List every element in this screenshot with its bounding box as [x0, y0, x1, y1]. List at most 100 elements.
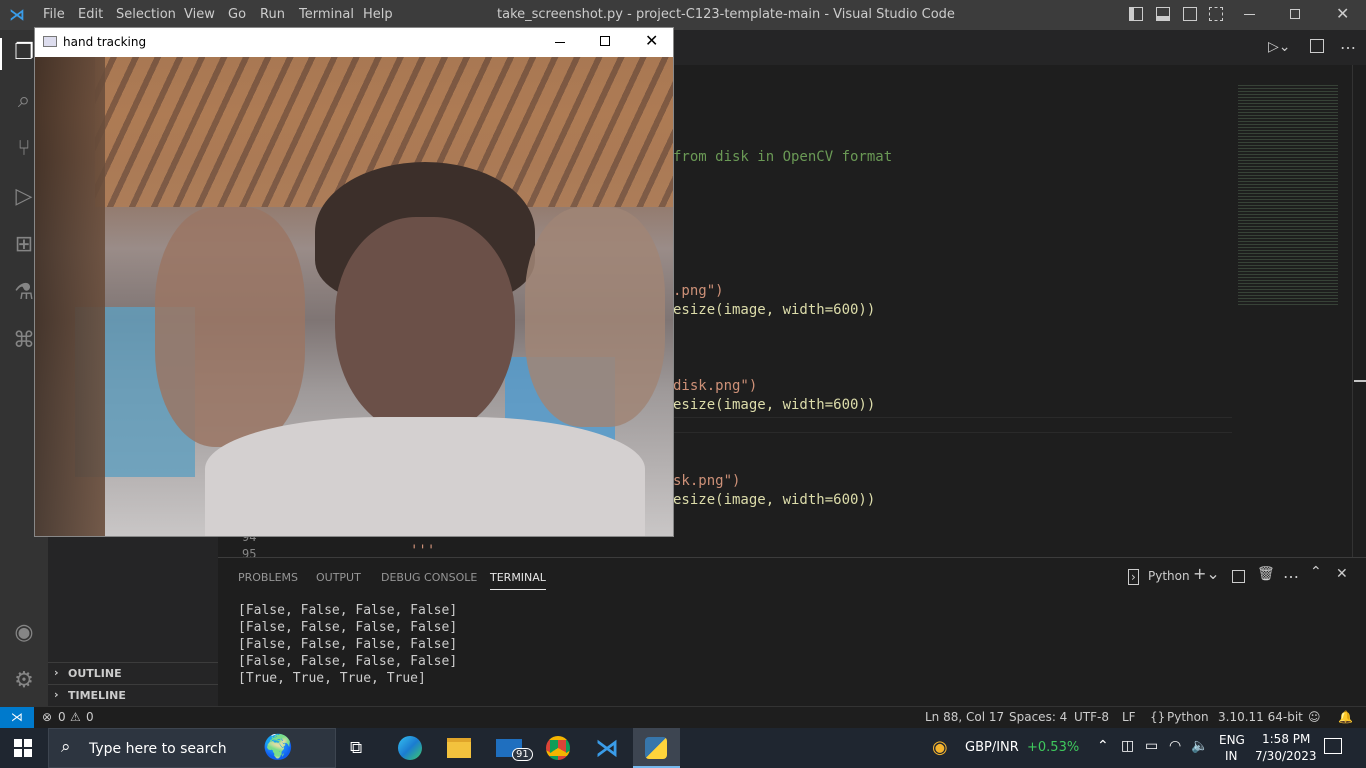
- menu-file[interactable]: File: [43, 7, 65, 22]
- scrollbar[interactable]: [1352, 65, 1366, 557]
- warning-count[interactable]: 0: [86, 710, 94, 724]
- minimize-icon[interactable]: [1244, 14, 1255, 15]
- terminal-line: [False, False, False, False]: [238, 620, 458, 635]
- more-actions-icon[interactable]: …: [1283, 563, 1299, 582]
- feedback-icon[interactable]: ☺: [1308, 710, 1321, 724]
- customize-layout-icon[interactable]: [1209, 7, 1223, 21]
- meet-now-icon[interactable]: ◫: [1121, 738, 1134, 754]
- end-of-line[interactable]: LF: [1122, 710, 1136, 724]
- chrome-icon[interactable]: [546, 736, 570, 760]
- error-icon[interactable]: ⊗: [42, 710, 52, 724]
- current-line-highlight: [658, 417, 1232, 433]
- tab-problems[interactable]: PROBLEMS: [238, 571, 298, 584]
- close-panel-icon[interactable]: ✕: [1336, 566, 1348, 582]
- status-bar: ⋊ ⊗ 0 ⚠ 0 Ln 88, Col 17 Spaces: 4 UTF-8 …: [0, 706, 1366, 729]
- show-hidden-icons[interactable]: ⌃: [1097, 738, 1109, 754]
- tab-terminal[interactable]: TERMINAL: [490, 571, 546, 590]
- language-top[interactable]: ENG: [1219, 733, 1245, 747]
- trash-icon[interactable]: 🗑: [1257, 566, 1275, 582]
- code-line: esize(image, width=600)): [673, 397, 876, 413]
- more-actions-icon[interactable]: …: [1340, 34, 1356, 53]
- ticker-change[interactable]: +0.53%: [1027, 740, 1079, 755]
- code-line: esize(image, width=600)): [673, 492, 876, 508]
- hand-tracking-window[interactable]: hand tracking ✕: [34, 27, 674, 537]
- outline-section[interactable]: › OUTLINE: [48, 662, 218, 684]
- menu-run[interactable]: Run: [260, 7, 285, 22]
- clock-time[interactable]: 1:58 PM: [1262, 732, 1310, 746]
- window-titlebar[interactable]: hand tracking ✕: [35, 28, 673, 57]
- windows-start-icon[interactable]: [14, 739, 32, 757]
- taskbar-search-box[interactable]: ⌕ Type here to search 🌍: [48, 728, 336, 768]
- vscode-titlebar: ⋊ File Edit Selection View Go Run Termin…: [0, 0, 1366, 30]
- maximize-panel-icon[interactable]: ⌃: [1310, 564, 1322, 580]
- volume-icon[interactable]: 🔈: [1191, 738, 1208, 754]
- panel: PROBLEMS OUTPUT DEBUG CONSOLE TERMINAL ›…: [218, 557, 1366, 706]
- menu-terminal[interactable]: Terminal: [299, 7, 354, 22]
- search-highlight-icon[interactable]: 🌍: [263, 733, 293, 761]
- toggle-sidebar-icon[interactable]: [1129, 7, 1143, 21]
- python-interpreter[interactable]: 3.10.11 64-bit: [1218, 710, 1303, 724]
- cursor-position[interactable]: Ln 88, Col 17: [925, 710, 1004, 724]
- split-editor-icon[interactable]: [1310, 39, 1324, 53]
- bell-icon[interactable]: 🔔: [1338, 710, 1353, 724]
- encoding[interactable]: UTF-8: [1074, 710, 1109, 724]
- edge-icon[interactable]: [398, 736, 422, 760]
- menu-go[interactable]: Go: [228, 7, 246, 22]
- clock-date[interactable]: 7/30/2023: [1255, 749, 1317, 763]
- search-icon: ⌕: [61, 737, 71, 757]
- code-line: disk.png"): [673, 378, 758, 394]
- person-right-hand: [525, 207, 665, 427]
- menu-help[interactable]: Help: [363, 7, 393, 22]
- file-explorer-icon[interactable]: [447, 738, 471, 758]
- coins-icon: ◉: [932, 737, 948, 758]
- menu-edit[interactable]: Edit: [78, 7, 103, 22]
- terminal-icon: ›: [1128, 569, 1139, 585]
- menu-view[interactable]: View: [184, 7, 215, 22]
- language-bottom[interactable]: IN: [1225, 749, 1238, 763]
- doorframe: [35, 57, 105, 536]
- warning-icon[interactable]: ⚠: [70, 710, 81, 724]
- wifi-icon[interactable]: ◠: [1169, 738, 1181, 754]
- taskbar: ⌕ Type here to search 🌍 ⧉ 91 ⋊ ◉ GBP/INR…: [0, 728, 1366, 768]
- tab-debug-console[interactable]: DEBUG CONSOLE: [381, 571, 477, 584]
- minimize-icon[interactable]: [555, 42, 565, 43]
- timeline-label: TIMELINE: [68, 689, 126, 702]
- ticker-label[interactable]: GBP/INR: [965, 740, 1019, 755]
- window-app-icon: [43, 36, 57, 47]
- toggle-panel-icon[interactable]: [1156, 7, 1170, 21]
- remote-indicator[interactable]: ⋊: [0, 707, 34, 729]
- minimap[interactable]: [1238, 85, 1338, 305]
- python-icon: [645, 737, 667, 759]
- run-python-file-icon[interactable]: ▷⌄: [1268, 39, 1291, 55]
- new-terminal-icon[interactable]: +⌄: [1193, 564, 1220, 583]
- scrollbar-marker: [1354, 380, 1366, 382]
- task-view-icon[interactable]: ⧉: [350, 738, 362, 758]
- search-placeholder: Type here to search: [89, 741, 227, 757]
- battery-icon[interactable]: ▭: [1145, 738, 1158, 754]
- webcam-frame: [35, 57, 673, 536]
- mail-badge: 91: [512, 748, 533, 761]
- accounts-icon[interactable]: ◉: [10, 620, 38, 648]
- split-terminal-icon[interactable]: [1232, 570, 1245, 583]
- gear-icon[interactable]: ⚙: [10, 668, 38, 696]
- tab-output[interactable]: OUTPUT: [316, 571, 361, 584]
- maximize-icon[interactable]: [600, 36, 610, 46]
- terminal-profile-label[interactable]: Python: [1148, 569, 1190, 583]
- python-taskbar-icon[interactable]: [633, 728, 680, 768]
- close-icon[interactable]: ✕: [645, 31, 658, 50]
- active-indicator: [0, 38, 2, 70]
- vscode-logo-icon: ⋊: [9, 5, 25, 24]
- menu-selection[interactable]: Selection: [116, 7, 176, 22]
- terminal-line: [True, True, True, True]: [238, 671, 426, 686]
- close-icon[interactable]: ✕: [1336, 4, 1349, 23]
- restore-icon[interactable]: [1290, 9, 1300, 19]
- timeline-section[interactable]: › TIMELINE: [48, 684, 218, 706]
- vscode-taskbar-icon[interactable]: ⋊: [595, 734, 619, 762]
- notification-icon[interactable]: [1324, 738, 1342, 754]
- language-mode[interactable]: Python: [1167, 710, 1209, 724]
- toggle-secondary-sidebar-icon[interactable]: [1183, 7, 1197, 21]
- indentation[interactable]: Spaces: 4: [1009, 710, 1067, 724]
- code-line: .png"): [673, 283, 724, 299]
- chevron-right-icon: ›: [54, 666, 59, 679]
- error-count[interactable]: 0: [58, 710, 66, 724]
